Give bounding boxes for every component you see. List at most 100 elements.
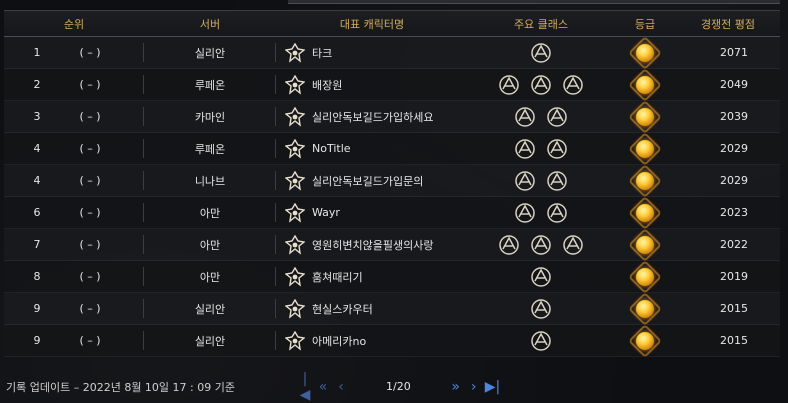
grade-cell [614,165,676,196]
character-name[interactable]: 영원히변치않을필생의사랑 [312,237,433,253]
search-bar-edge[interactable] [288,0,780,4]
rank-change: ( – ) [79,206,101,219]
first-page-icon[interactable]: |◀ [298,371,312,403]
rank-change: ( – ) [79,302,101,315]
class-emblem-icon [284,170,306,192]
character-cell[interactable]: 실리안독보길드가입문의 [276,165,468,196]
table-row[interactable]: 2 ( – ) 루페온 배장원 2049 [4,69,780,101]
header-score: 경쟁전 평점 [700,17,756,31]
class-emblem-icon [497,73,521,97]
character-name[interactable]: 실리안독보길드가입문의 [312,173,423,189]
grade-cell [614,293,676,324]
score-value: 2029 [720,174,748,187]
class-emblem-icon [513,201,537,225]
rank-cell: 3 ( – ) [4,101,144,132]
server-cell: 실리안 [144,37,276,68]
server-cell: 루페온 [144,69,276,100]
table-row[interactable]: 8 ( – ) 아만 훔쳐때리기 2019 [4,261,780,293]
character-cell[interactable]: 타크 [276,37,468,68]
class-emblem-icon [284,298,306,320]
table-row[interactable]: 6 ( – ) 아만 Wayr 2023 [4,197,780,229]
character-cell[interactable]: 훔쳐때리기 [276,261,468,292]
classes-cell [468,261,614,292]
table-row[interactable]: 4 ( – ) 니나브 실리안독보길드가입문의 2029 [4,165,780,197]
character-name[interactable]: NoTitle [312,142,351,155]
server-name: 니나브 [194,174,226,188]
character-cell[interactable]: Wayr [276,197,468,228]
class-emblem-icon [545,105,569,129]
server-cell: 니나브 [144,165,276,196]
rank-cell: 4 ( – ) [4,133,144,164]
class-emblem-icon [545,201,569,225]
table-row[interactable]: 3 ( – ) 카마인 실리안독보길드가입하세요 2039 [4,101,780,133]
rank-change: ( – ) [79,174,101,187]
classes-cell [468,293,614,324]
grade-cell [614,69,676,100]
grade-cell [614,101,676,132]
prev-page-icon[interactable]: ‹ [334,379,348,395]
table-row[interactable]: 7 ( – ) 아만 영원히변치않을필생의사랑 2022 [4,229,780,261]
grade-gem-icon [636,299,654,318]
rank-cell: 2 ( – ) [4,69,144,100]
score-cell: 2071 [676,37,780,68]
score-cell: 2015 [676,325,780,356]
divider [275,331,276,350]
header-grade: 등급 [634,17,656,31]
character-name[interactable]: 아메리카no [312,333,366,349]
rank-change: ( – ) [79,110,101,123]
grade-gem-icon [636,107,654,126]
header-server: 서버 [199,17,221,31]
server-name: 아만 [199,270,221,284]
server-name: 아만 [199,206,221,220]
grade-gem-icon [636,203,654,222]
class-emblem-icon [561,233,585,257]
rank-number: 6 [33,206,41,219]
server-name: 실리안 [194,334,226,348]
score-value: 2039 [720,110,748,123]
score-value: 2029 [720,142,748,155]
score-value: 2019 [720,270,748,283]
table-row[interactable]: 9 ( – ) 실리안 현실스카우터 2015 [4,293,780,325]
character-name[interactable]: 실리안독보길드가입하세요 [312,109,433,125]
score-cell: 2019 [676,261,780,292]
table-row[interactable]: 4 ( – ) 루페온 NoTitle 2029 [4,133,780,165]
next-ten-icon[interactable]: » [449,379,463,395]
class-emblem-icon [529,233,553,257]
server-cell: 아만 [144,229,276,260]
character-name[interactable]: 배장원 [312,77,342,93]
character-name[interactable]: 훔쳐때리기 [312,269,363,285]
grade-cell [614,133,676,164]
character-cell[interactable]: 영원히변치않을필생의사랑 [276,229,468,260]
character-cell[interactable]: 현실스카우터 [276,293,468,324]
character-name[interactable]: 현실스카우터 [312,301,373,317]
rank-change: ( – ) [79,334,101,347]
server-name: 루페온 [194,78,226,92]
character-cell[interactable]: 실리안독보길드가입하세요 [276,101,468,132]
ranking-table: 순위 서버 대표 캐릭터명 주요 클래스 등급 경쟁전 평점 1 ( – ) 실리안… [4,10,780,357]
table-row[interactable]: 9 ( – ) 실리안 아메리카no 2015 [4,325,780,357]
update-timestamp: 기록 업데이트 – 2022년 8월 10일 17 : 09 기준 [6,380,235,394]
prev-ten-icon[interactable]: « [316,379,330,395]
next-page-icon[interactable]: › [467,379,481,395]
score-value: 2022 [720,238,748,251]
character-cell[interactable]: NoTitle [276,133,468,164]
character-name[interactable]: 타크 [312,45,332,61]
score-cell: 2039 [676,101,780,132]
divider [275,75,276,94]
classes-cell [468,133,614,164]
rank-cell: 6 ( – ) [4,197,144,228]
classes-cell [468,101,614,132]
grade-gem-icon [636,43,654,62]
character-cell[interactable]: 배장원 [276,69,468,100]
grade-gem-icon [636,267,654,286]
classes-cell [468,69,614,100]
table-row[interactable]: 1 ( – ) 실리안 타크 2071 [4,37,780,69]
server-cell: 실리안 [144,325,276,356]
character-name[interactable]: Wayr [312,206,340,219]
rank-change: ( – ) [79,142,101,155]
rank-change: ( – ) [79,46,101,59]
grade-cell [614,325,676,356]
character-cell[interactable]: 아메리카no [276,325,468,356]
last-page-icon[interactable]: ▶| [485,379,500,395]
score-cell: 2022 [676,229,780,260]
